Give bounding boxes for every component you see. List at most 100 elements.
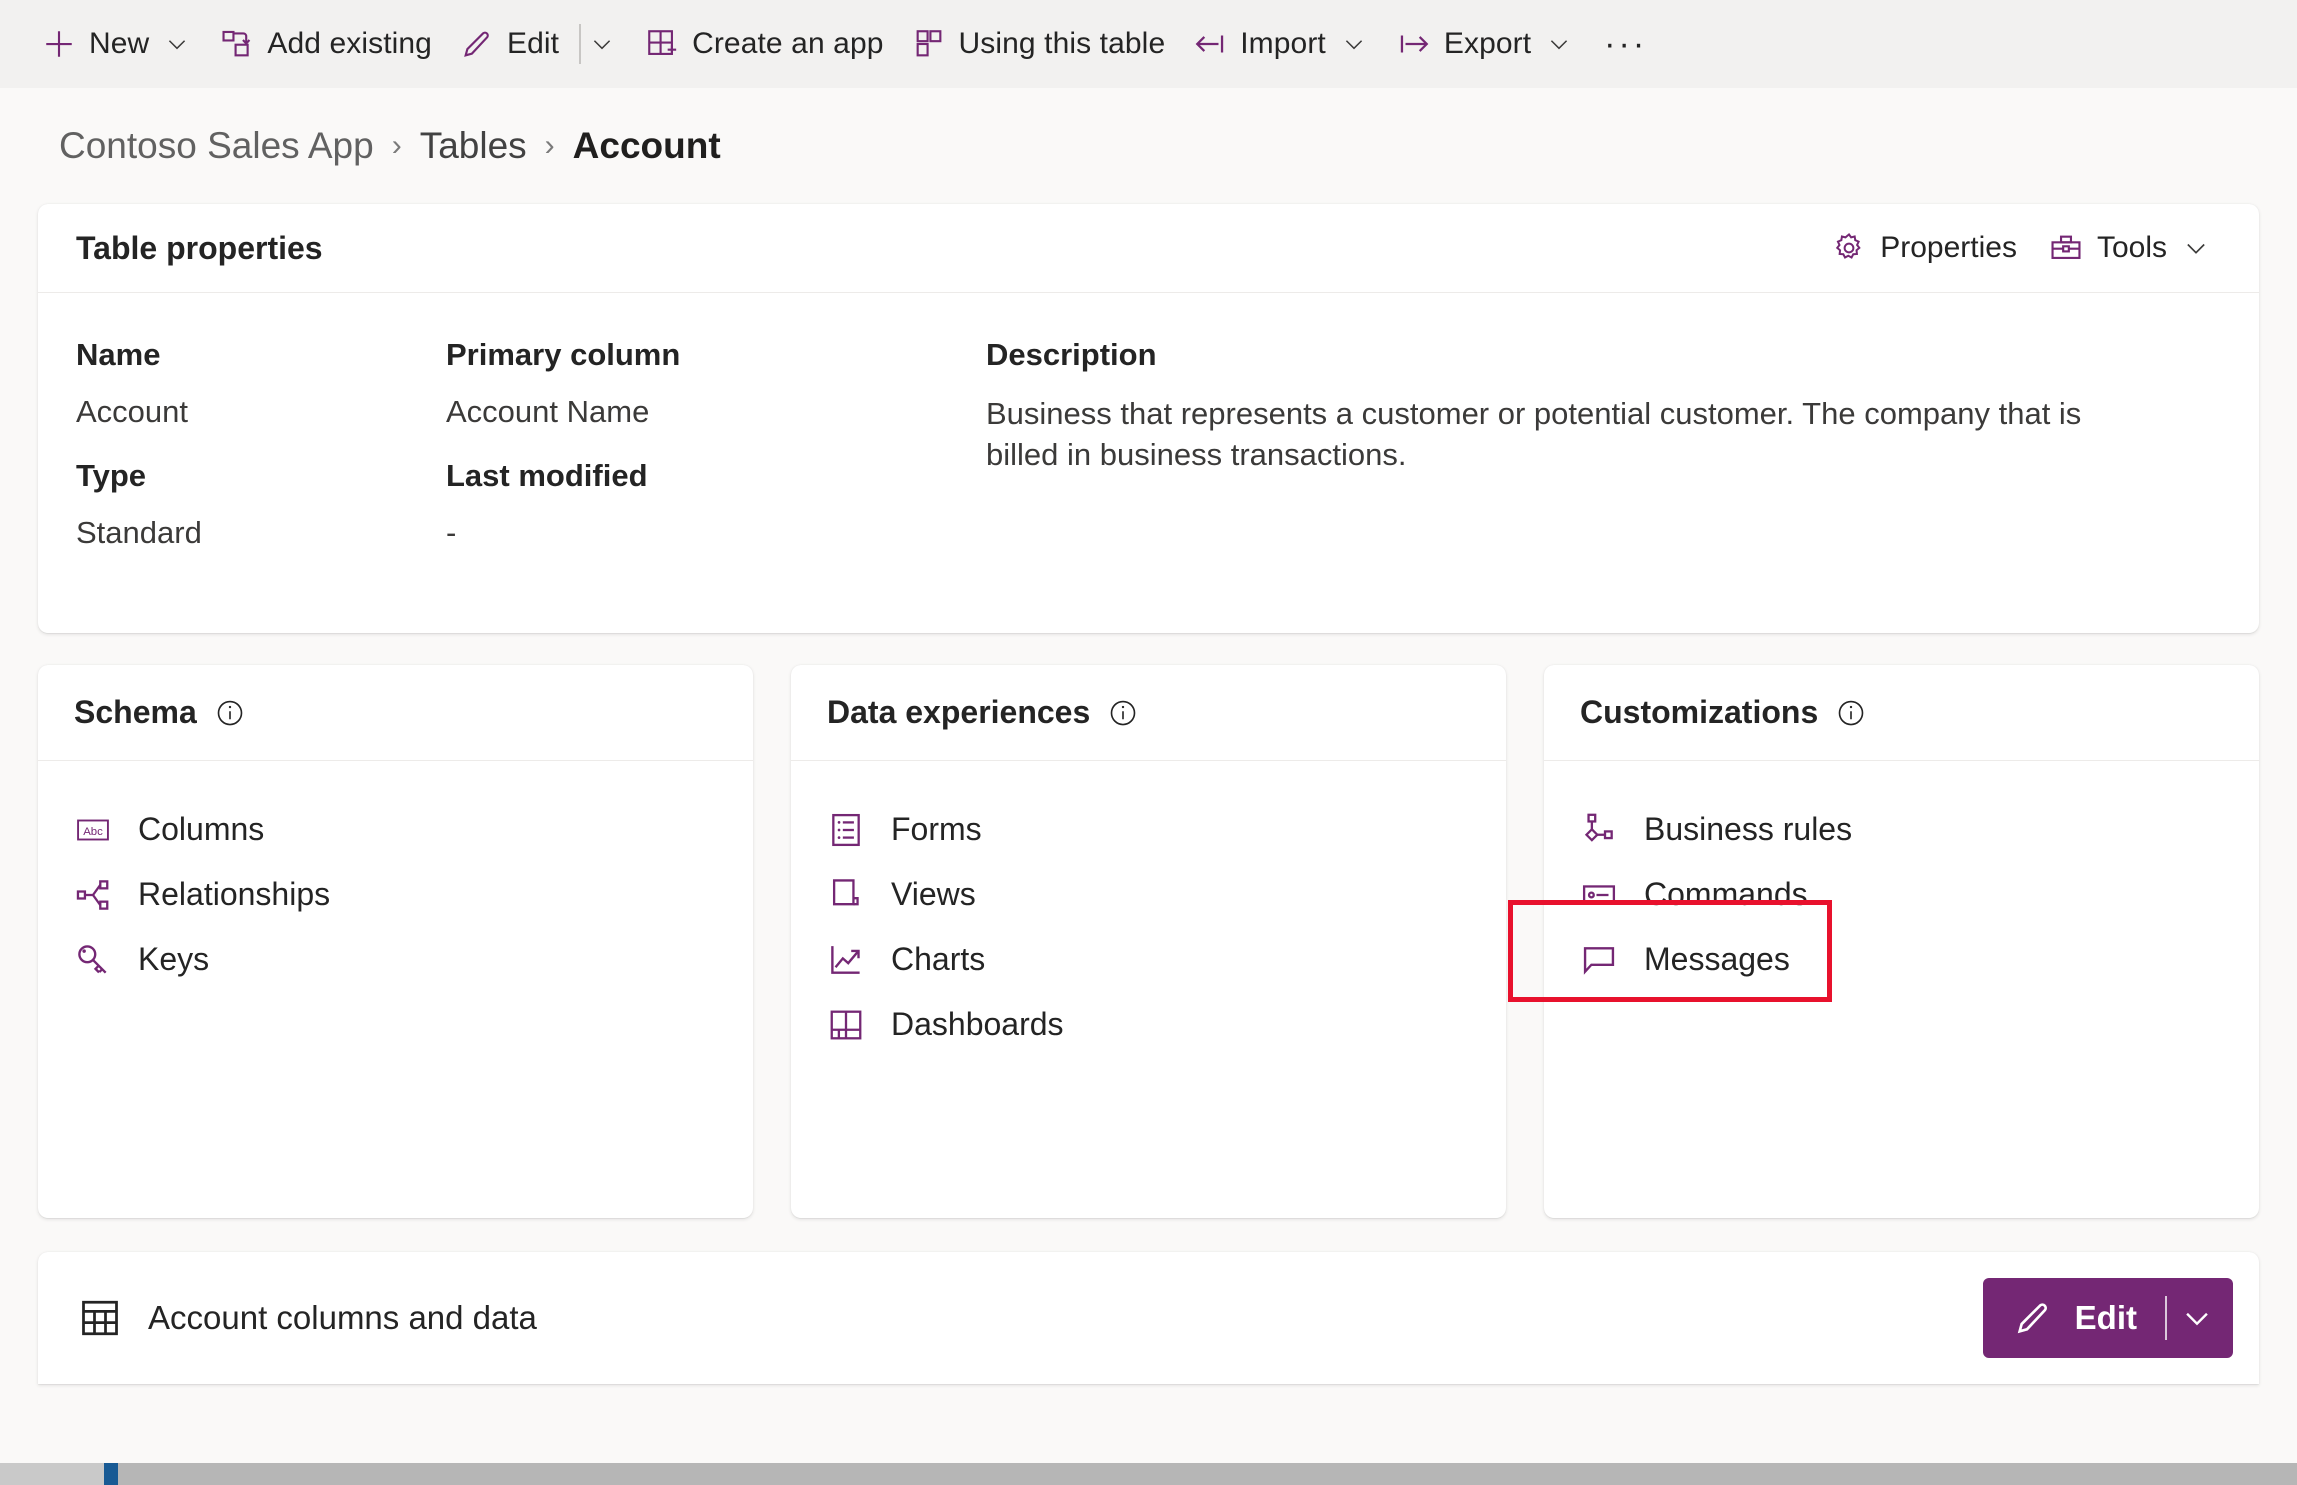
- breadcrumb-item-tables[interactable]: Tables: [420, 125, 527, 167]
- breadcrumb-separator-icon: ›: [391, 129, 402, 162]
- message-icon: [1580, 941, 1618, 979]
- link-dashboards[interactable]: Dashboards: [791, 992, 1506, 1057]
- table-properties-column-description: Description Business that represents a c…: [986, 337, 2221, 579]
- data-experiences-card-body: Forms Views Charts Dashboards: [791, 761, 1506, 1057]
- tools-chevron-down-icon[interactable]: [2181, 233, 2211, 263]
- link-relationships-label: Relationships: [138, 876, 331, 912]
- data-experiences-card-header: Data experiences: [791, 665, 1506, 761]
- description-label: Description: [986, 337, 1157, 372]
- command-bar: New Add existing Edit Create an app Usin…: [0, 0, 2297, 88]
- type-value: Standard: [76, 515, 202, 550]
- link-forms-label: Forms: [891, 811, 982, 847]
- command-new[interactable]: New: [28, 13, 206, 75]
- command-create-an-app[interactable]: Create an app: [631, 13, 897, 75]
- data-experiences-card-title: Data experiences: [827, 694, 1091, 730]
- feature-cards-row: Schema Abc Columns Relationships Keys Da…: [38, 665, 2259, 1218]
- command-using-this-table-label: Using this table: [958, 27, 1166, 60]
- description-value: Business that represents a customer or p…: [986, 396, 2082, 472]
- command-using-this-table[interactable]: Using this table: [898, 13, 1180, 75]
- command-edit-label: Edit: [506, 27, 560, 60]
- account-columns-and-data-heading: Account columns and data: [78, 1296, 537, 1340]
- primary-column-value: Account Name: [446, 394, 650, 429]
- name-value: Account: [76, 394, 189, 429]
- link-dashboards-label: Dashboards: [891, 1006, 1064, 1042]
- breadcrumb-item-account: Account: [572, 125, 721, 166]
- link-messages[interactable]: Messages: [1508, 900, 2259, 1002]
- key-icon: [74, 941, 112, 979]
- gear-icon: [1832, 231, 1866, 265]
- add-existing-icon: [220, 27, 254, 61]
- link-charts-label: Charts: [891, 941, 986, 977]
- command-new-label: New: [89, 27, 150, 60]
- chart-icon: [827, 941, 865, 979]
- export-icon: [1397, 27, 1431, 61]
- customizations-card-header: Customizations: [1544, 665, 2259, 761]
- plus-icon: [42, 27, 76, 61]
- form-icon: [827, 811, 865, 849]
- breadcrumb-separator-icon-2: ›: [544, 129, 555, 162]
- link-charts[interactable]: Charts: [791, 927, 1506, 992]
- link-business-rules[interactable]: Business rules: [1544, 797, 2259, 862]
- link-forms[interactable]: Forms: [791, 797, 1506, 862]
- table-properties-header: Table properties Properties Tools: [38, 204, 2259, 293]
- scrollbar-accent-marker: [104, 1463, 118, 1485]
- properties-button[interactable]: Properties: [1818, 223, 2031, 273]
- last-modified-label: Last modified: [446, 458, 648, 493]
- customizations-card: Customizations Business rules Commands M…: [1508, 665, 2259, 1218]
- view-icon: [827, 876, 865, 914]
- info-icon[interactable]: [1108, 698, 1138, 728]
- table-properties-body: Name Account Type Standard Primary colum…: [38, 293, 2259, 633]
- link-commands[interactable]: Commands: [1544, 862, 2259, 927]
- last-modified-value: -: [446, 515, 457, 550]
- toolbox-icon: [2049, 231, 2083, 265]
- page-content: Contoso Sales App › Tables › Account Tab…: [0, 88, 2297, 1384]
- table-properties-actions: Properties Tools: [1818, 223, 2225, 273]
- chevron-down-icon[interactable]: [162, 29, 192, 59]
- edit-button[interactable]: Edit: [1982, 1278, 2233, 1358]
- command-import[interactable]: Import: [1179, 13, 1383, 75]
- table-grid-icon: [78, 1296, 122, 1340]
- link-keys-label: Keys: [138, 941, 210, 977]
- info-icon[interactable]: [1836, 698, 1866, 728]
- command-add-existing[interactable]: Add existing: [206, 13, 446, 75]
- link-columns[interactable]: Abc Columns: [38, 797, 753, 862]
- command-edit-divider: [579, 24, 582, 64]
- command-export[interactable]: Export: [1383, 13, 1588, 75]
- import-chevron-down-icon[interactable]: [1339, 29, 1369, 59]
- horizontal-scrollbar[interactable]: [0, 1463, 2297, 1485]
- tools-button[interactable]: Tools: [2035, 223, 2225, 273]
- schema-card-title: Schema: [74, 694, 197, 730]
- link-keys[interactable]: Keys: [38, 927, 753, 992]
- command-export-label: Export: [1443, 27, 1532, 60]
- command-add-existing-label: Add existing: [267, 27, 432, 60]
- table-properties-column-name: Name Account Type Standard: [76, 337, 446, 579]
- schema-card-header: Schema: [38, 665, 753, 761]
- chevron-down-icon[interactable]: [2167, 1288, 2227, 1348]
- breadcrumb-item-app[interactable]: Contoso Sales App: [59, 125, 374, 167]
- command-edit[interactable]: Edit: [446, 13, 573, 75]
- table-properties-title: Table properties: [76, 229, 323, 266]
- scrollbar-track-gap: [0, 1463, 104, 1485]
- link-relationships[interactable]: Relationships: [38, 862, 753, 927]
- link-views[interactable]: Views: [791, 862, 1506, 927]
- export-chevron-down-icon[interactable]: [1544, 29, 1574, 59]
- pencil-icon: [460, 27, 494, 61]
- import-icon: [1193, 27, 1227, 61]
- data-experiences-card: Data experiences Forms Views Charts Dash…: [791, 665, 1506, 1218]
- link-messages-label: Messages: [1644, 941, 1790, 977]
- command-import-label: Import: [1240, 27, 1326, 60]
- command-create-an-app-label: Create an app: [692, 27, 884, 60]
- create-app-icon: [645, 27, 679, 61]
- link-views-label: Views: [891, 876, 976, 912]
- customizations-card-title: Customizations: [1580, 694, 1819, 730]
- command-edit-chevron-down-icon[interactable]: [587, 29, 617, 59]
- breadcrumb: Contoso Sales App › Tables › Account: [38, 88, 2259, 204]
- dashboard-icon: [827, 1006, 865, 1044]
- properties-button-label: Properties: [1880, 231, 2017, 264]
- tools-button-label: Tools: [2096, 231, 2167, 264]
- account-columns-and-data-title: Account columns and data: [148, 1299, 537, 1336]
- primary-column-label: Primary column: [446, 337, 681, 372]
- account-columns-and-data-section: Account columns and data Edit: [38, 1252, 2259, 1384]
- overflow-menu-icon[interactable]: ···: [1588, 13, 1663, 75]
- info-icon[interactable]: [215, 698, 245, 728]
